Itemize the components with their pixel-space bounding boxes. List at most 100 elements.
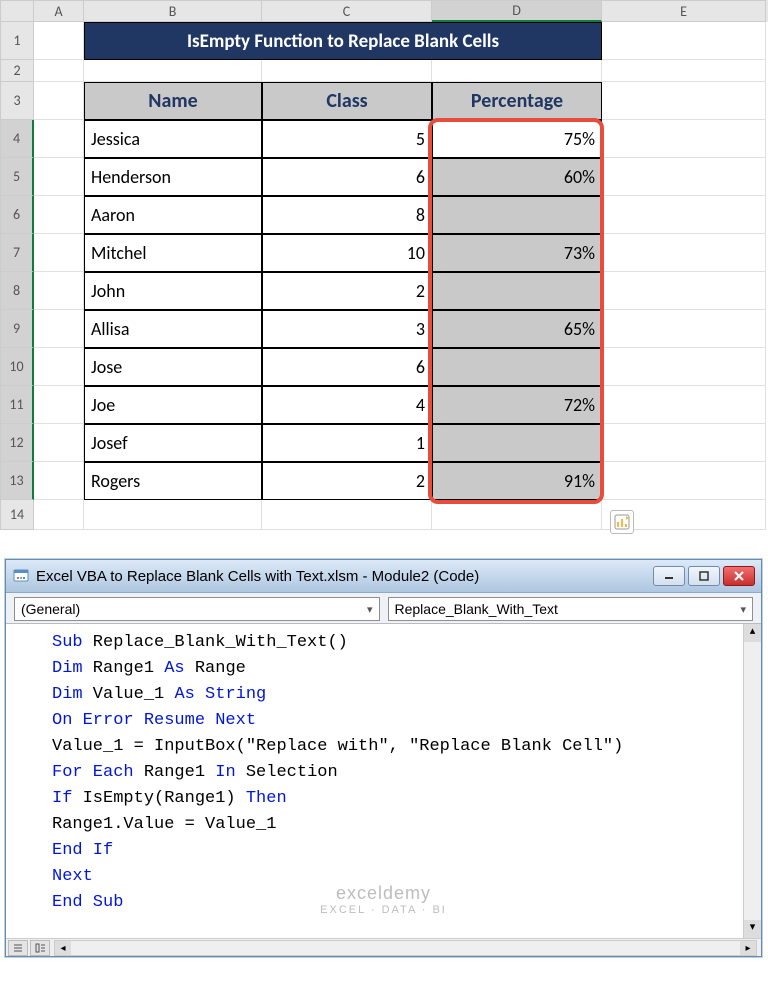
procedure-dropdown[interactable]: Replace_Blank_With_Text ▾ (388, 597, 754, 621)
col-header-E[interactable]: E (602, 0, 766, 22)
table-header-percentage[interactable]: Percentage (432, 82, 602, 120)
scroll-right-icon[interactable]: ▸ (740, 941, 756, 955)
cell-class[interactable]: 3 (262, 310, 432, 348)
row-header[interactable]: 6 (0, 196, 34, 234)
table-header-class[interactable]: Class (262, 82, 432, 120)
cell-class[interactable]: 2 (262, 272, 432, 310)
cell-name[interactable]: Josef (84, 424, 262, 462)
row-header[interactable]: 11 (0, 386, 34, 424)
cell-class[interactable]: 1 (262, 424, 432, 462)
vbe-titlebar[interactable]: Excel VBA to Replace Blank Cells with Te… (6, 560, 761, 593)
cell-pct[interactable] (432, 424, 602, 462)
row-header[interactable]: 5 (0, 158, 34, 196)
cell[interactable] (34, 462, 84, 500)
row-header[interactable]: 2 (0, 60, 34, 82)
cell[interactable] (34, 272, 84, 310)
cell[interactable] (84, 60, 262, 82)
row-header[interactable]: 4 (0, 120, 34, 158)
cell-pct[interactable]: 75% (432, 120, 602, 158)
cell[interactable] (602, 272, 766, 310)
procedure-view-button[interactable] (8, 940, 28, 956)
cell[interactable] (602, 424, 766, 462)
minimize-button[interactable] (653, 566, 685, 586)
cell-pct[interactable]: 73% (432, 234, 602, 272)
cell-name[interactable]: Jose (84, 348, 262, 386)
cell-class[interactable]: 2 (262, 462, 432, 500)
row-header[interactable]: 13 (0, 462, 34, 500)
cell[interactable] (602, 196, 766, 234)
col-header-D[interactable]: D (432, 0, 602, 22)
cell-name[interactable]: Jessica (84, 120, 262, 158)
cell-pct[interactable]: 91% (432, 462, 602, 500)
row-header[interactable]: 12 (0, 424, 34, 462)
cell-class[interactable]: 6 (262, 348, 432, 386)
cell-pct[interactable]: 72% (432, 386, 602, 424)
cell[interactable] (34, 158, 84, 196)
row-header[interactable]: 10 (0, 348, 34, 386)
cell[interactable] (34, 60, 84, 82)
cell[interactable] (262, 60, 432, 82)
cell-pct[interactable]: 65% (432, 310, 602, 348)
cell-name[interactable]: Mitchel (84, 234, 262, 272)
cell-name[interactable]: Henderson (84, 158, 262, 196)
scroll-up-icon[interactable]: ▴ (744, 624, 761, 642)
cell-pct[interactable] (432, 196, 602, 234)
cell-class[interactable]: 5 (262, 120, 432, 158)
cell[interactable] (602, 310, 766, 348)
row-header[interactable]: 3 (0, 82, 34, 120)
cell[interactable] (602, 462, 766, 500)
cell[interactable] (602, 386, 766, 424)
select-all-cell[interactable] (0, 0, 34, 22)
title-cell[interactable]: IsEmpty Function to Replace Blank Cells (84, 22, 602, 60)
cell-name[interactable]: Aaron (84, 196, 262, 234)
cell[interactable] (34, 234, 84, 272)
cell-pct[interactable] (432, 348, 602, 386)
code-pane[interactable]: Sub Replace_Blank_With_Text() Dim Range1… (6, 623, 761, 938)
cell[interactable] (602, 348, 766, 386)
col-header-A[interactable]: A (34, 0, 84, 22)
horizontal-scrollbar[interactable]: ◂ ▸ (54, 940, 757, 956)
cell[interactable] (34, 348, 84, 386)
row-header[interactable]: 8 (0, 272, 34, 310)
cell[interactable] (602, 234, 766, 272)
cell[interactable] (34, 500, 84, 530)
cell[interactable] (602, 60, 766, 82)
scroll-left-icon[interactable]: ◂ (55, 941, 71, 955)
cell-name[interactable]: Rogers (84, 462, 262, 500)
maximize-button[interactable] (688, 566, 720, 586)
col-header-C[interactable]: C (262, 0, 432, 22)
vertical-scrollbar[interactable]: ▴ ▾ (743, 624, 761, 938)
cell[interactable] (262, 500, 432, 530)
cell-class[interactable]: 10 (262, 234, 432, 272)
cell[interactable] (602, 158, 766, 196)
cell[interactable] (34, 386, 84, 424)
cell-name[interactable]: John (84, 272, 262, 310)
row-header[interactable]: 14 (0, 500, 34, 530)
scroll-down-icon[interactable]: ▾ (744, 920, 761, 938)
row-header[interactable]: 9 (0, 310, 34, 348)
cell[interactable] (602, 82, 766, 120)
cell-class[interactable]: 4 (262, 386, 432, 424)
cell[interactable] (34, 310, 84, 348)
cell[interactable] (34, 22, 84, 60)
col-header-B[interactable]: B (84, 0, 262, 22)
row-header[interactable]: 1 (0, 22, 34, 60)
cell-pct[interactable]: 60% (432, 158, 602, 196)
row-header[interactable]: 7 (0, 234, 34, 272)
cell-class[interactable]: 8 (262, 196, 432, 234)
quick-analysis-icon[interactable] (610, 510, 634, 534)
cell[interactable] (34, 424, 84, 462)
cell-pct[interactable] (432, 272, 602, 310)
cell[interactable] (602, 120, 766, 158)
table-header-name[interactable]: Name (84, 82, 262, 120)
cell[interactable] (34, 196, 84, 234)
cell[interactable] (34, 82, 84, 120)
cell-name[interactable]: Allisa (84, 310, 262, 348)
cell[interactable] (432, 500, 602, 530)
object-dropdown[interactable]: (General) ▾ (14, 597, 380, 621)
close-button[interactable] (723, 566, 755, 586)
cell-class[interactable]: 6 (262, 158, 432, 196)
cell[interactable] (84, 500, 262, 530)
code-text[interactable]: Sub Replace_Blank_With_Text() Dim Range1… (6, 624, 761, 922)
cell-name[interactable]: Joe (84, 386, 262, 424)
